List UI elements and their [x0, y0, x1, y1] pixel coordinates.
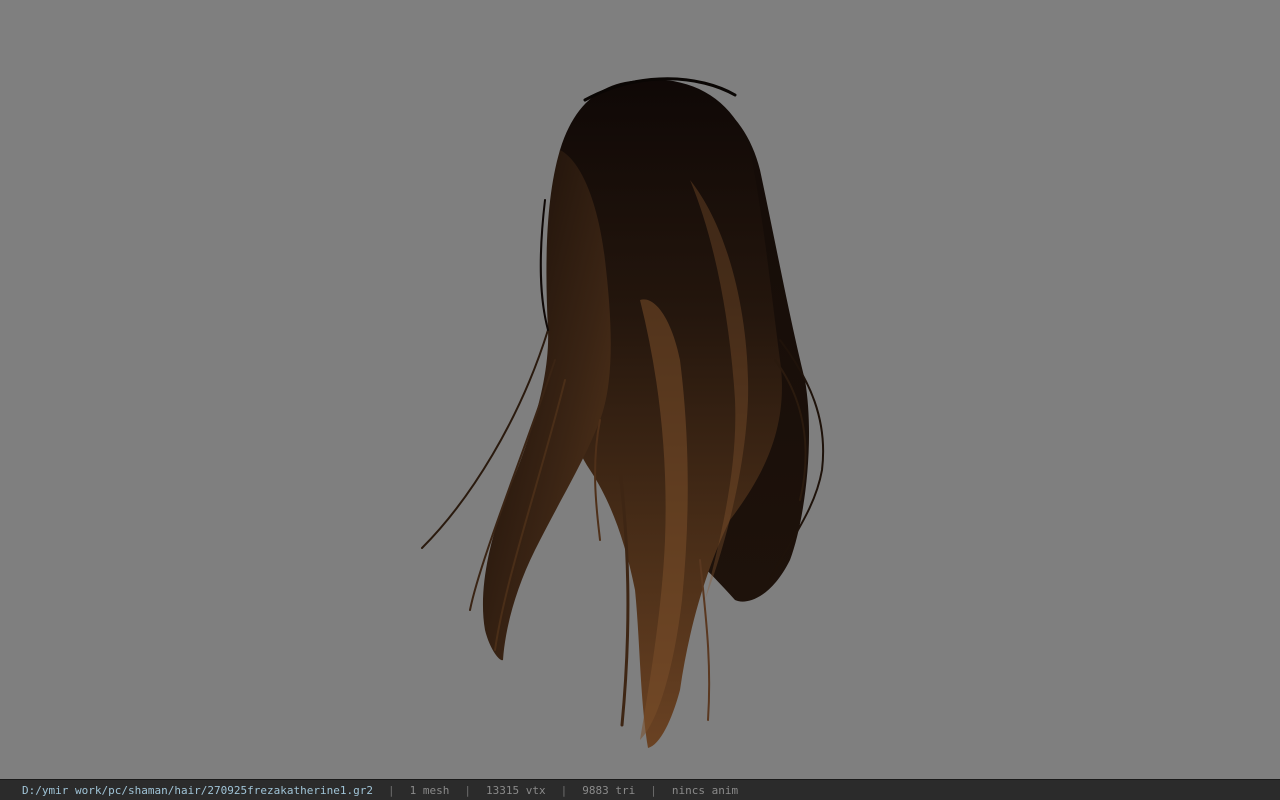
status-bar: D:/ymir work/pc/shaman/hair/270925frezak… [0, 779, 1280, 800]
status-separator: | [560, 783, 568, 797]
hair-left-strands [482, 150, 611, 661]
file-path: D:/ymir work/pc/shaman/hair/270925frezak… [22, 783, 373, 797]
vertex-count: 13315 vtx [486, 783, 546, 797]
status-separator: | [464, 783, 471, 797]
hair-model[interactable] [0, 0, 1280, 779]
triangle-count: 9883 tri [582, 783, 636, 797]
mesh-count: 1 mesh [409, 783, 450, 797]
status-separator: | [388, 783, 395, 797]
3d-viewport[interactable] [0, 0, 1280, 779]
animation-status: nincs anim [671, 783, 739, 797]
status-separator: | [650, 783, 657, 797]
